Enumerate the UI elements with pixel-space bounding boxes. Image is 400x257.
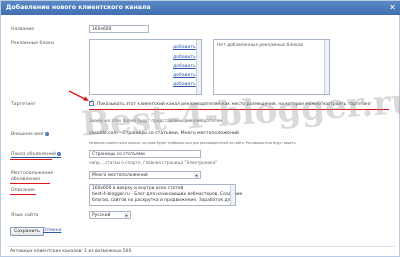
- add-channel-dialog: Добавление нового клиентского канала ✕ Н…: [0, 0, 400, 257]
- red-arrow-icon: [68, 90, 89, 101]
